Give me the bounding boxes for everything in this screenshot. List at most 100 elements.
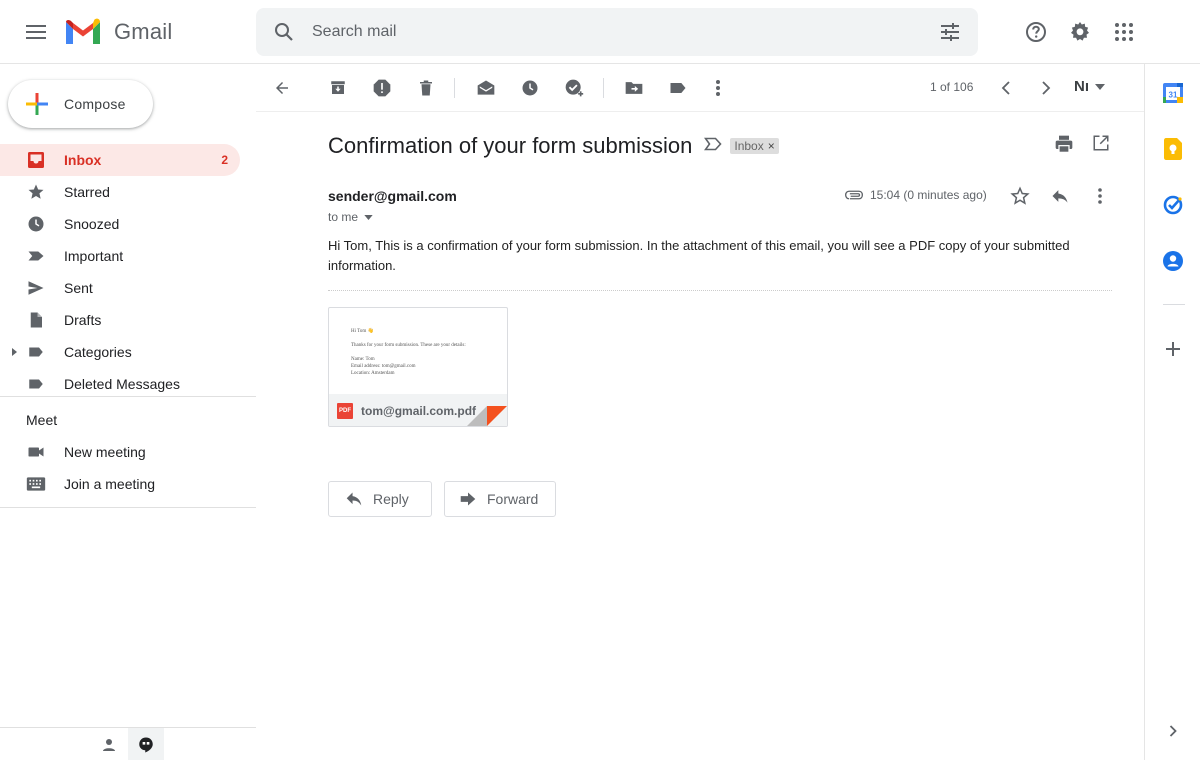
label-icon	[26, 342, 46, 362]
meet-section-title: Meet	[26, 412, 58, 428]
attachments-divider	[328, 290, 1112, 291]
sidebar-item-drafts[interactable]: Drafts	[0, 304, 256, 336]
snooze-clock-icon[interactable]	[518, 76, 542, 100]
open-in-new-window-icon[interactable]	[1092, 134, 1110, 157]
sidebar-item-inbox[interactable]: Inbox 2	[0, 144, 240, 176]
attachment-clip-icon	[844, 190, 864, 200]
sidebar-item-label: Important	[64, 248, 124, 264]
star-message-icon[interactable]	[1010, 186, 1030, 211]
google-keep-icon[interactable]	[1162, 138, 1184, 160]
sidebar-item-label: Snoozed	[64, 216, 120, 232]
apps-grid-icon[interactable]	[1108, 16, 1140, 48]
search-options-icon[interactable]	[938, 20, 962, 49]
back-arrow-icon[interactable]	[270, 76, 294, 100]
preview-line: Email address: tom@gmail.com	[351, 364, 416, 369]
sidebar-item-label: Sent	[64, 280, 93, 296]
reply-arrow-icon[interactable]	[1050, 186, 1070, 211]
recipient-details[interactable]: to me	[328, 210, 373, 224]
chevron-right-icon[interactable]	[1034, 76, 1058, 100]
preview-line: Hi Tom 👋	[351, 329, 374, 334]
clock-icon	[26, 214, 46, 234]
google-contacts-icon[interactable]	[1162, 250, 1184, 272]
main-menu-icon[interactable]	[22, 18, 50, 46]
unread-count: 2	[221, 153, 228, 167]
delete-trash-icon[interactable]	[414, 76, 438, 100]
label-tag-icon[interactable]	[666, 76, 690, 100]
sidebar-item-label: Drafts	[64, 312, 102, 328]
keyboard-icon	[26, 474, 46, 494]
sidebar-item-important[interactable]: Important	[0, 240, 256, 272]
move-to-folder-icon[interactable]	[622, 76, 646, 100]
sidebar-divider	[0, 507, 256, 508]
pdf-file-icon: PDF	[337, 403, 353, 419]
label-important-icon	[26, 246, 46, 266]
sidebar-item-sent[interactable]: Sent	[0, 272, 256, 304]
reply-arrow-icon	[345, 491, 363, 507]
add-to-tasks-icon[interactable]	[562, 76, 586, 100]
message-body: Hi Tom, This is a confirmation of your f…	[328, 238, 1070, 273]
meet-list: New meeting Join a meeting	[0, 436, 256, 500]
subject-row: Confirmation of your form submission Inb…	[328, 128, 1128, 164]
message-toolbar: 1 of 106 Nı	[256, 64, 1144, 112]
attachment-preview: Hi Tom 👋 Thanks for your form submission…	[351, 328, 466, 377]
side-panel-separator	[1163, 304, 1185, 305]
send-icon	[26, 278, 46, 298]
sidebar-item-label: New meeting	[64, 444, 146, 460]
forward-button[interactable]: Forward	[444, 481, 556, 517]
importance-marker-icon[interactable]	[704, 137, 722, 156]
mark-unread-icon[interactable]	[474, 76, 498, 100]
sidebar-item-new-meeting[interactable]: New meeting	[0, 436, 256, 468]
search-icon[interactable]	[272, 20, 296, 49]
google-tasks-icon[interactable]	[1162, 194, 1184, 216]
plus-icon	[26, 93, 48, 115]
attachment-filename: tom@gmail.com.pdf	[361, 404, 477, 418]
toolbar-separator	[454, 78, 455, 98]
recipient-label: to me	[328, 210, 359, 224]
input-tools-label: Nı	[1074, 78, 1089, 95]
sidebar-item-snoozed[interactable]: Snoozed	[0, 208, 256, 240]
expand-caret-icon[interactable]	[12, 348, 17, 356]
sender-address[interactable]: sender@gmail.com	[328, 188, 457, 204]
remove-label-icon[interactable]: ×	[768, 139, 775, 153]
sidebar-item-label: Inbox	[64, 152, 102, 168]
sidebar-item-categories[interactable]: Categories	[0, 336, 256, 368]
chevron-left-icon[interactable]	[994, 76, 1018, 100]
input-tools-selector[interactable]: Nı	[1074, 78, 1105, 95]
sidebar-item-label: Categories	[64, 344, 132, 360]
sidebar-item-label: Starred	[64, 184, 110, 200]
chevron-right-icon[interactable]	[1162, 720, 1184, 742]
settings-gear-icon[interactable]	[1064, 16, 1096, 48]
report-spam-icon[interactable]	[370, 76, 394, 100]
preview-line: Name: Tom	[351, 357, 375, 362]
get-addons-plus-icon[interactable]	[1162, 338, 1184, 360]
compose-button[interactable]: Compose	[8, 80, 153, 128]
google-calendar-icon[interactable]: 31	[1162, 82, 1184, 104]
print-icon[interactable]	[1054, 134, 1074, 159]
sidebar-item-join-meeting[interactable]: Join a meeting	[0, 468, 256, 500]
person-icon[interactable]	[100, 736, 118, 759]
toolbar-separator	[603, 78, 604, 98]
dropdown-arrow-icon	[1095, 83, 1105, 90]
preview-line: Thanks for your form submission. These a…	[351, 343, 466, 348]
star-icon	[26, 182, 46, 202]
reply-button[interactable]: Reply	[328, 481, 432, 517]
archive-icon[interactable]	[326, 76, 350, 100]
draft-icon	[26, 310, 46, 330]
attachment-card[interactable]: Hi Tom 👋 Thanks for your form submission…	[328, 307, 508, 427]
search-input[interactable]	[312, 20, 872, 44]
gmail-m-icon	[66, 18, 100, 44]
more-options-icon[interactable]	[706, 76, 730, 100]
more-vert-icon[interactable]	[1090, 186, 1110, 211]
message-meta: 15:04 (0 minutes ago)	[844, 188, 987, 202]
side-panel: 31	[1144, 64, 1200, 760]
inbox-icon	[26, 150, 46, 170]
sidebar-divider	[0, 396, 256, 397]
message-view: 1 of 106 Nı Confirmation of your form su…	[256, 64, 1144, 760]
forward-arrow-icon	[459, 491, 477, 507]
sidebar-item-starred[interactable]: Starred	[0, 176, 256, 208]
hangouts-icon[interactable]	[128, 728, 164, 760]
top-bar: Gmail	[0, 0, 1200, 64]
gmail-logo[interactable]: Gmail	[64, 16, 172, 48]
help-icon[interactable]	[1020, 16, 1052, 48]
preview-line	[351, 349, 466, 356]
